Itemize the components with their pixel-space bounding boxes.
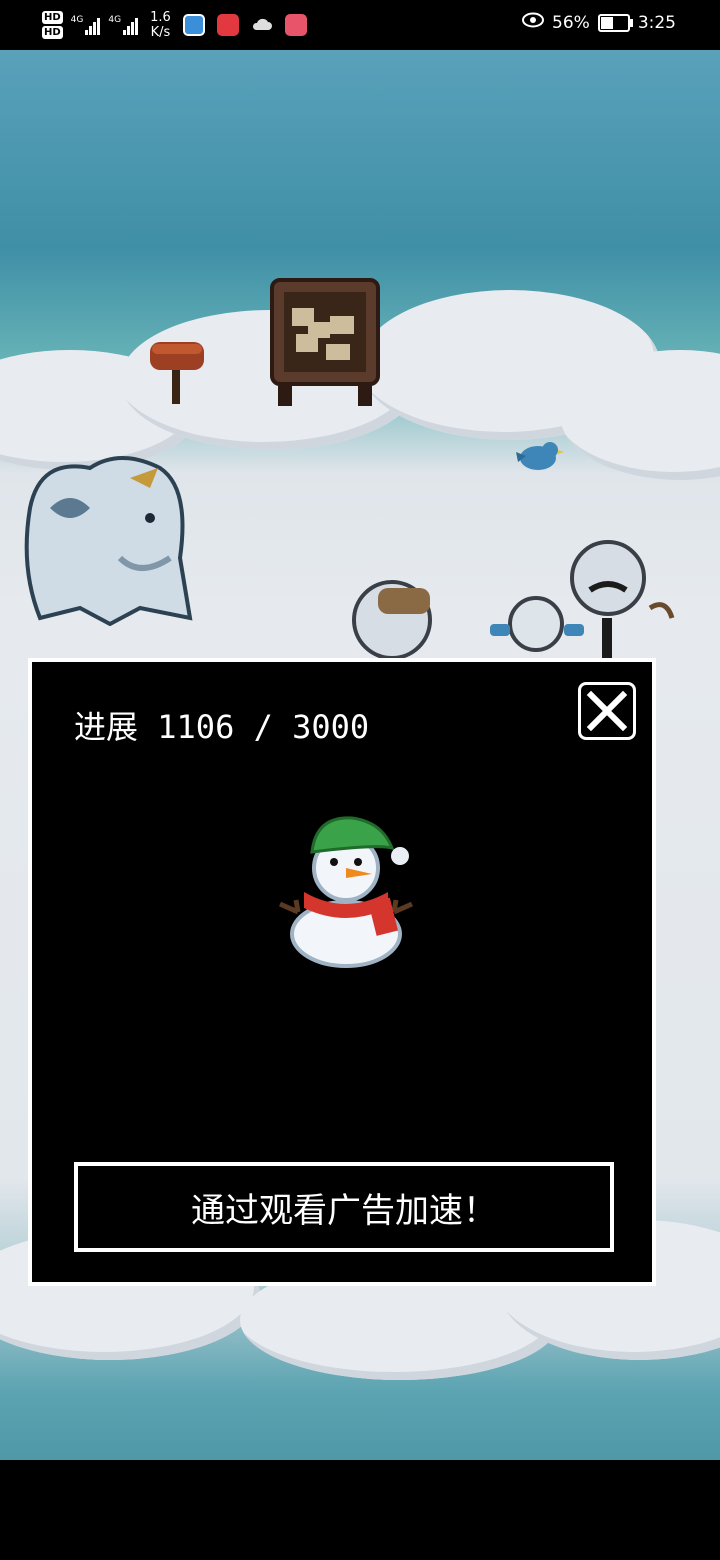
- notice-board-sprite[interactable]: [270, 278, 380, 410]
- battery-percent: 56%: [552, 12, 590, 33]
- close-button[interactable]: [578, 682, 636, 740]
- watch-ad-button[interactable]: 通过观看广告加速！: [74, 1162, 614, 1252]
- huawei-store-icon: [216, 14, 239, 36]
- network-speed: 1.6 K/s: [150, 10, 171, 40]
- frost-beast-sprite[interactable]: [20, 448, 196, 626]
- cloud-icon: [251, 16, 273, 35]
- status-bar: HD HD 4G 4G 1.6 K/s 56% 3:25: [0, 0, 720, 50]
- book-icon: [284, 14, 307, 36]
- mailbox-sprite[interactable]: [146, 336, 210, 408]
- signal-icon-sim2: 4G: [108, 15, 139, 35]
- progress-text: 进展 1106 / 3000: [74, 708, 370, 746]
- clock: 3:25: [637, 12, 676, 33]
- blue-bird-sprite[interactable]: [512, 438, 564, 478]
- npc-group-sprite[interactable]: [350, 538, 680, 660]
- browser-icon: [182, 14, 205, 36]
- hd-badge-sim2: HD: [42, 26, 63, 39]
- snowman-icon: [278, 816, 414, 968]
- eye-icon: [522, 12, 545, 33]
- close-icon: [586, 690, 628, 732]
- hd-badge-sim1: HD: [42, 11, 63, 24]
- progress-dialog: 进展 1106 / 3000 通过观看广告加速！: [28, 658, 656, 1286]
- battery-icon: [597, 13, 633, 32]
- signal-icon-sim1: 4G: [71, 15, 101, 35]
- navigation-bar: [0, 1460, 720, 1560]
